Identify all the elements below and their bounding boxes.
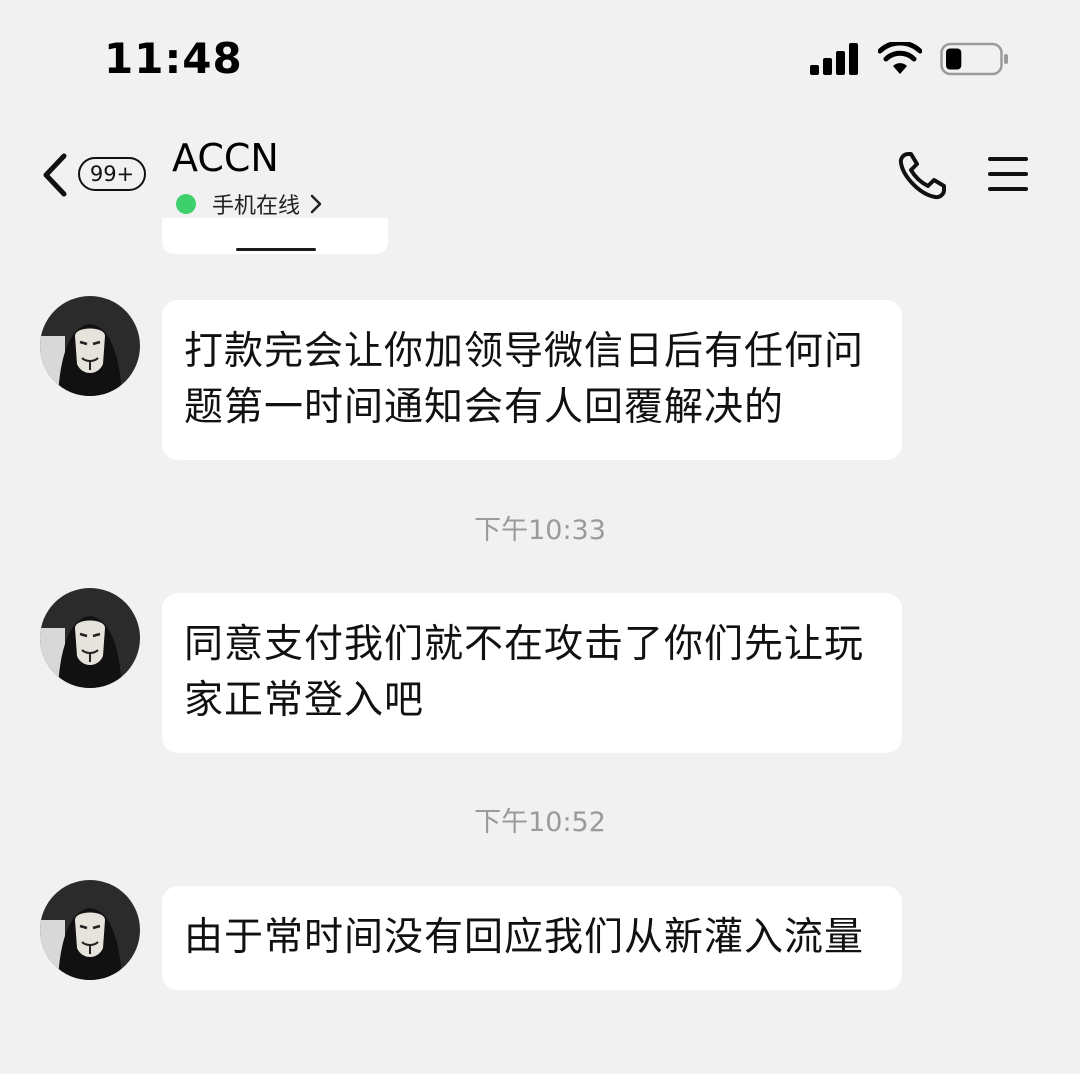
message-bubble[interactable]: 同意支付我们就不在攻击了你们先让玩家正常登入吧 [162,593,902,753]
chevron-right-icon [310,194,322,214]
menu-icon [988,157,1028,191]
avatar[interactable] [40,296,140,396]
divider-line [236,248,316,251]
wifi-icon [878,42,922,74]
contact-name[interactable]: ACCN [172,136,279,180]
message-timestamp: 下午10:52 [474,807,606,838]
status-bar: 11:48 [0,0,1080,120]
message-bubble[interactable]: 打款完会让你加领导微信日后有任何问题第一时间通知会有人回覆解决的 [162,300,902,460]
back-chevron-icon [43,153,67,197]
menu-button[interactable] [986,154,1030,194]
cellular-signal-icon [810,43,858,75]
mask-avatar-icon [40,588,140,688]
phone-icon [898,152,946,200]
presence-label: 手机在线 [212,194,301,219]
online-dot-icon [176,194,196,214]
call-button[interactable] [894,148,950,204]
battery-icon [940,42,1008,76]
mask-avatar-icon [40,880,140,980]
message-bubble[interactable]: 由于常时间没有回应我们从新灌入流量 [162,886,902,990]
status-time: 11:48 [104,34,243,83]
presence-status[interactable]: 手机在线 [176,188,324,220]
mask-avatar-icon [40,296,140,396]
unread-count-badge[interactable]: 99+ [78,157,146,191]
message-timestamp: 下午10:33 [474,515,606,546]
back-button[interactable] [36,150,76,200]
status-icons [810,42,1010,76]
chat-header: 99+ ACCN 手机在线 [0,120,1080,230]
avatar[interactable] [40,588,140,688]
avatar[interactable] [40,880,140,980]
